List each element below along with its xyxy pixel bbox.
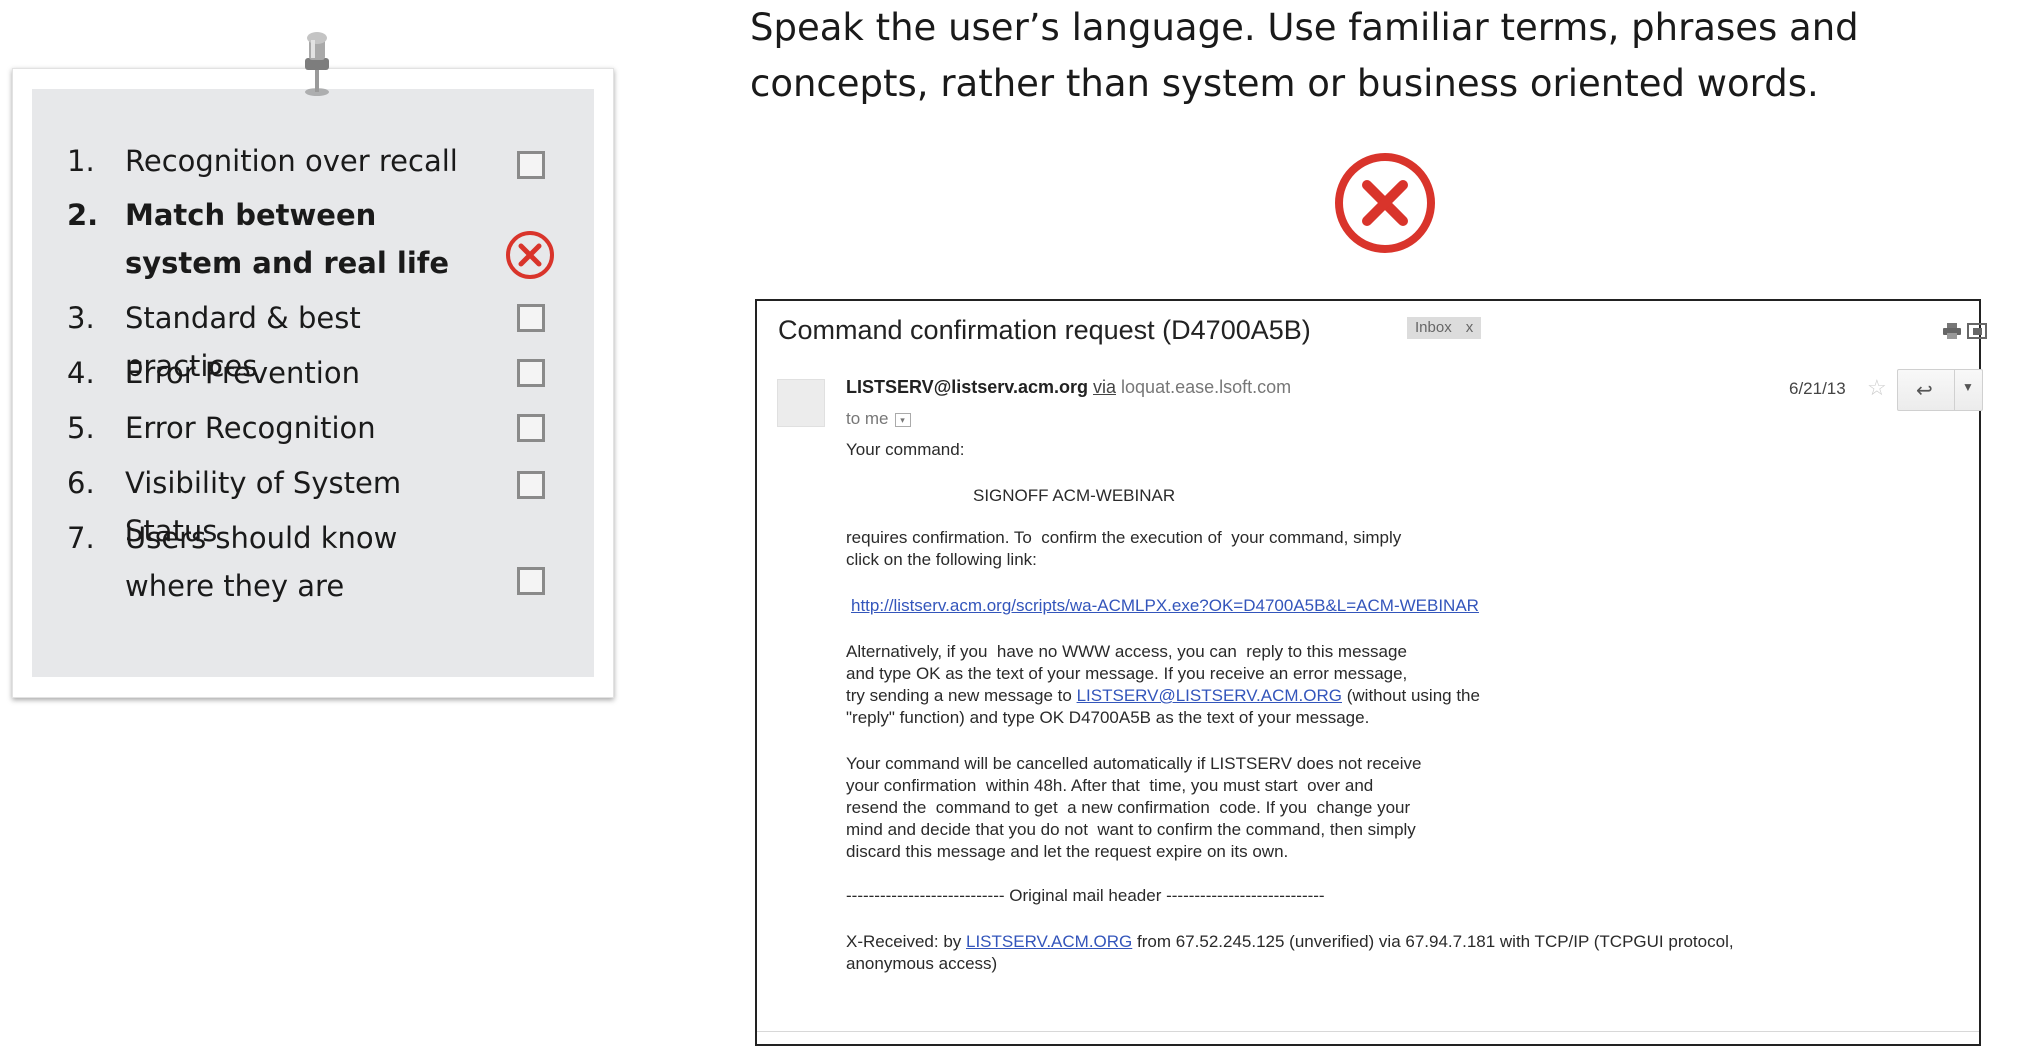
checklist-item-number: 5. [67, 411, 95, 445]
checklist-item-number: 2. [67, 198, 99, 232]
checkbox-icon[interactable] [517, 414, 545, 442]
print-icon[interactable] [1942, 323, 1962, 339]
body-line: mind and decide that you do not want to … [846, 820, 1416, 839]
body-line: Alternatively, if you have no WWW access… [846, 642, 1407, 661]
x-circle-icon [1335, 153, 1435, 253]
checklist-item-number: 6. [67, 466, 95, 500]
body-line: Your command: [846, 440, 965, 459]
body-line: anonymous access) [846, 954, 998, 973]
email-screenshot: Command confirmation request (D4700A5B) … [755, 299, 1987, 1046]
checklist-item-1: 1. Recognition over recall [67, 137, 587, 185]
inbox-label[interactable]: Inbox x [1407, 317, 1482, 339]
checkbox-icon[interactable] [517, 304, 545, 332]
checkbox-icon[interactable] [517, 471, 545, 499]
checklist-item-label: Error Recognition [125, 411, 376, 445]
remove-label-icon[interactable]: x [1466, 319, 1474, 336]
checklist-panel: 1. Recognition over recall 2. Match betw… [32, 89, 594, 677]
checklist-item-7: 7. Users should know where they are [67, 514, 587, 610]
original-header-divider: ---------------------------- Original ma… [846, 886, 1325, 905]
chevron-down-icon[interactable]: ▼ [1962, 380, 1974, 394]
checklist-item-number: 3. [67, 301, 95, 335]
checklist-item-6: 6. Visibility of System Status [67, 459, 587, 548]
body-line: requires confirmation. To confirm the ex… [846, 528, 1402, 547]
via-link[interactable]: via [1093, 377, 1116, 397]
avatar [777, 379, 825, 427]
checkbox-icon[interactable] [517, 151, 545, 179]
email-subject: Command confirmation request (D4700A5B) [778, 315, 1311, 345]
sender-server: loquat.ease.lsoft.com [1121, 377, 1292, 397]
command-text: SIGNOFF ACM-WEBINAR [973, 486, 1176, 505]
pushpin-icon [305, 32, 329, 96]
body-line: discard this message and let the request… [846, 842, 1289, 861]
heuristics-checklist-card: 1. Recognition over recall 2. Match betw… [12, 68, 614, 698]
body-line: "reply" function) and type OK D4700A5B a… [846, 708, 1370, 727]
sender-address: LISTSERV@listserv.acm.org [846, 377, 1088, 397]
body-line: your confirmation within 48h. After that… [846, 776, 1374, 795]
body-line: and type OK as the text of your message.… [846, 664, 1408, 683]
heuristic-description: Speak the user’s language. Use familiar … [750, 6, 1859, 105]
checklist-item-label: Recognition over recall [125, 144, 458, 178]
new-window-icon[interactable] [1967, 323, 1987, 339]
checklist-item-4: 4. Error Prevention [67, 349, 587, 397]
body-text-span: X-Received: by [846, 932, 966, 951]
star-icon[interactable]: ☆ [1867, 375, 1887, 401]
x-circle-icon [506, 231, 554, 279]
checklist-item-3: 3. Standard & best practices [67, 294, 587, 383]
checklist-item-label: Match between system and real life [125, 198, 450, 280]
body-line: click on the following link: [846, 550, 1037, 569]
checklist-item-label: Error Prevention [125, 356, 360, 390]
confirmation-link[interactable]: http://listserv.acm.org/scripts/wa-ACMLP… [851, 595, 1479, 618]
email-date: 6/21/13 [1789, 379, 1846, 398]
body-line: try sending a new message to LISTSERV@LI… [846, 685, 1480, 708]
checklist-item-5: 5. Error Recognition [67, 404, 587, 452]
body-line: Your command will be cancelled automatic… [846, 754, 1422, 773]
listserv-domain-link[interactable]: LISTSERV.ACM.ORG [966, 932, 1132, 951]
body-text-span: from 67.52.245.125 (unverified) via 67.9… [1132, 932, 1734, 951]
checklist-item-number: 1. [67, 144, 95, 178]
divider [757, 1031, 1979, 1032]
sender-line: LISTSERV@listserv.acm.org via loquat.eas… [846, 377, 1291, 398]
checklist-item-number: 4. [67, 356, 95, 390]
recipient-text: to me [846, 409, 889, 428]
reply-button[interactable]: ↩ ▼ [1897, 369, 1983, 411]
inbox-label-text: Inbox [1415, 319, 1452, 336]
checkbox-icon[interactable] [517, 567, 545, 595]
body-text-span: try sending a new message to [846, 686, 1077, 705]
button-divider [1954, 370, 1955, 410]
body-text-span: (without using the [1342, 686, 1480, 705]
reply-icon: ↩ [1916, 380, 1933, 402]
chevron-down-icon[interactable]: ▾ [894, 412, 911, 427]
checklist-item-label: Users should know where they are [125, 521, 398, 603]
listserv-email-link[interactable]: LISTSERV@LISTSERV.ACM.ORG [1077, 686, 1342, 705]
body-line: resend the command to get a new confirma… [846, 798, 1411, 817]
checkbox-icon[interactable] [517, 359, 545, 387]
checklist-item-number: 7. [67, 521, 95, 555]
recipient-line[interactable]: to me ▾ [846, 409, 911, 429]
body-line: X-Received: by LISTSERV.ACM.ORG from 67.… [846, 931, 1734, 954]
